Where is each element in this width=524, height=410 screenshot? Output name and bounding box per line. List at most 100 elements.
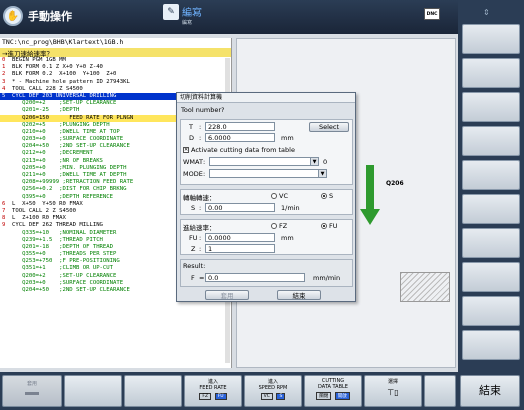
mode-select[interactable]: ▼ [209, 169, 327, 178]
line-text: Q239=+1.5 ;THREAD PITCH [12, 236, 103, 243]
softkey-cutting-data-table[interactable]: CUTTING DATA TABLE 關閉 開啟 [304, 375, 362, 407]
select-table-icon: ⊤▯ [387, 388, 399, 397]
f-unit: mm/min [313, 274, 341, 282]
s-input[interactable]: 0.00 [205, 203, 275, 212]
workpiece-hatch [400, 272, 450, 302]
program-line[interactable]: 1 BLK FORM 0.1 Z X+0 Y+0 Z-40 [0, 64, 231, 71]
feed-title: 進給速率： [183, 224, 216, 232]
s-label: S [191, 204, 196, 212]
chevron-down-icon: ▼ [310, 158, 318, 165]
line-text: Q201=-25 ;DEPTH [12, 107, 80, 114]
t-input[interactable]: 228.0 [205, 122, 275, 131]
line-text: CYCL DEF 203 UNIVERSAL DRILLING [12, 92, 117, 99]
line-number: 5 [2, 92, 6, 99]
fz-radio[interactable]: FZ [271, 222, 287, 230]
softkey-8[interactable] [424, 375, 456, 407]
apply-button[interactable]: 套用 [205, 290, 249, 300]
programming-mode[interactable]: ✎ 編寫 編寫 [163, 4, 223, 30]
mode-label: MODE [183, 170, 203, 178]
line-text: Q206=150 FEED RATE FOR PLNGN [12, 114, 134, 121]
line-text: Q205=+0 ;MIN. PLUNGING DEPTH [12, 164, 127, 171]
vsoftkey-8[interactable] [462, 262, 520, 292]
vsoftkey-9[interactable] [462, 296, 520, 326]
softkey-3[interactable] [124, 375, 182, 407]
line-text: CYCL DEF 262 THREAD MILLING [12, 222, 103, 229]
activate-cutting-data-checkbox[interactable]: ✕ Activate cutting data from table [183, 146, 295, 154]
line-text: Q253=+750 ;F PRE-POSITIONING [12, 258, 120, 265]
wmat-value: 0 [323, 158, 328, 166]
vsoftkey-4[interactable] [462, 126, 520, 156]
collapse-icon[interactable]: ⇕ [483, 8, 490, 17]
vsoftkey-5[interactable] [462, 160, 520, 190]
fu-label: FU [189, 234, 198, 242]
dialog-question-bar: →進刀速給速率？ [0, 48, 231, 58]
vsoftkey-2[interactable] [462, 58, 520, 88]
spindle-group: 轉軸轉速： VC S S : 0.00 1/min [180, 189, 353, 215]
softkey-end[interactable]: 結束 [460, 375, 520, 407]
line-text: TOOL CALL 228 Z S4500 [12, 85, 83, 92]
z-input[interactable]: 1 [205, 244, 275, 253]
program-line[interactable]: 3 * - Machine hole pattern ID 27943KL [0, 79, 231, 86]
softkey-speed-rpm[interactable]: 進入 SPEED RPM VC S [244, 375, 302, 407]
program-line[interactable]: 2 BLK FORM 0.2 X+100 Y+100 Z+0 [0, 71, 231, 78]
line-text: * - Machine hole pattern ID 27943KL [12, 78, 130, 85]
program-line[interactable]: 0 BEGIN PGM 1GB MM [0, 57, 231, 64]
softkey-select[interactable]: 選擇 ⊤▯ [364, 375, 422, 407]
dialog-question: Tool number? [181, 106, 225, 114]
softkey-apply[interactable]: 套用 [2, 375, 62, 407]
s-radio[interactable]: S [321, 192, 333, 200]
manual-mode-icon: ✋ [3, 6, 23, 26]
vsoftkey-3[interactable] [462, 92, 520, 122]
vsoftkey-1[interactable] [462, 24, 520, 54]
softkey-2[interactable] [64, 375, 122, 407]
line-number: 1 [2, 64, 6, 71]
vsoftkey-7[interactable] [462, 228, 520, 258]
vc-radio[interactable]: VC [271, 192, 288, 200]
f-output: 0.0 [205, 273, 305, 282]
prog-mode-sub: 編寫 [182, 20, 193, 26]
line-text: Q200=+2 ;SET-UP CLEARANCE [12, 100, 117, 107]
line-text: Q204=+50 ;2ND SET-UP CLEARANCE [12, 143, 130, 150]
vertical-softkey-bar: ⇕ [458, 0, 524, 410]
dnc-badge: DNC [424, 8, 440, 20]
f-label: F [191, 274, 195, 282]
end-button[interactable]: 結束 [277, 290, 321, 300]
s-unit: 1/min [281, 204, 300, 212]
line-text: Q203=+0 ;SURFACE COORDINATE [12, 279, 124, 286]
line-text: Q355=+0 ;THREADS PER STEP [12, 251, 117, 258]
line-text: Q204=+50 ;2ND SET-UP CLEARANCE [12, 287, 130, 293]
line-text: Q208=+99999 ;RETRACTION FEED RATE [12, 179, 134, 186]
fu-input[interactable]: 0.0000 [205, 233, 275, 242]
vsoftkey-6[interactable] [462, 194, 520, 224]
feed-group: 進給速率： FZ FU FU : 0.0000 mm Z : 1 [180, 219, 353, 255]
line-text: Q203=+0 ;SURFACE COORDINATE [12, 136, 124, 143]
line-text: BLK FORM 0.2 X+100 Y+100 Z+0 [12, 71, 117, 78]
apply-icon [25, 392, 39, 395]
line-number: 9 [2, 222, 6, 229]
line-number: 3 [2, 78, 6, 85]
line-number: 2 [2, 71, 6, 78]
line-text: BLK FORM 0.1 Z X+0 Y+0 Z-40 [12, 64, 103, 71]
spindle-title: 轉軸轉速： [183, 194, 216, 202]
line-number: 0 [2, 57, 6, 63]
line-text: Q201=-18 ;DEPTH OF THREAD [12, 243, 114, 250]
line-text: Q210=+0 ;DWELL TIME AT TOP [12, 128, 120, 135]
dialog-title: 切削資料計算機 [177, 93, 355, 103]
d-input[interactable]: 6.0000 [205, 133, 275, 142]
line-text: L X+50 Y+50 R0 FMAX [12, 200, 83, 207]
cutting-data-calculator-dialog: 切削資料計算機 Tool number? T : 228.0 Select D … [176, 92, 356, 302]
drill-arrow-graphic [360, 165, 380, 225]
prog-mode-title: 編寫 [182, 8, 202, 19]
line-text: Q211=+0 ;DWELL TIME AT DEPTH [12, 172, 127, 178]
select-button[interactable]: Select [309, 122, 349, 132]
line-number: 6 [2, 200, 6, 207]
chevron-down-icon: ▼ [318, 170, 326, 177]
softkey-feed-rate[interactable]: 進入 FEED RATE FZ FU [184, 375, 242, 407]
fu-radio[interactable]: FU [321, 222, 338, 230]
operating-mode[interactable]: ✋ 手動操作 [3, 3, 153, 29]
wmat-select[interactable]: ▼ [209, 157, 319, 166]
vsoftkey-10[interactable] [462, 330, 520, 360]
checkbox-checked-icon: ✕ [183, 147, 189, 153]
d-unit: mm [281, 134, 294, 142]
t-label: T [189, 123, 193, 131]
